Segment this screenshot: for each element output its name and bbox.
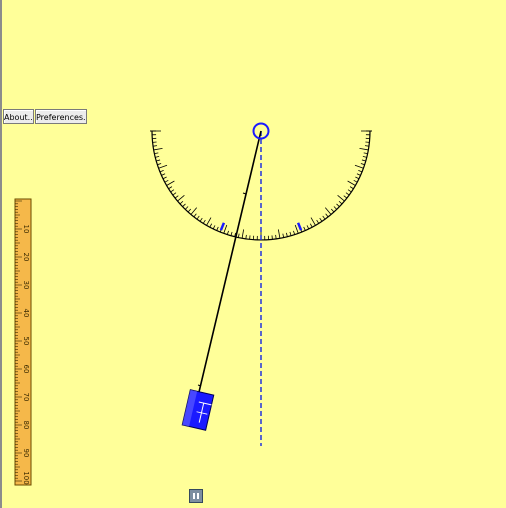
protractor-tick — [237, 233, 240, 238]
ruler-label: 20 — [22, 253, 30, 262]
pause-button[interactable] — [189, 489, 203, 503]
protractor-tick — [245, 234, 247, 239]
protractor-tick — [241, 229, 245, 239]
protractor-tick — [230, 231, 233, 236]
protractor-tick — [177, 194, 185, 202]
protractor-tick — [184, 206, 189, 210]
ruler-label: 70 — [22, 393, 30, 402]
protractor-tick — [156, 159, 161, 162]
protractor-tick — [199, 217, 203, 222]
protractor-tick — [361, 159, 366, 162]
protractor-tick — [155, 156, 160, 158]
protractor-tick — [353, 179, 358, 183]
protractor-tick — [223, 224, 228, 234]
protractor-tick — [161, 173, 166, 176]
simulation-canvas: 10 20 30 40 50 60 70 80 90 100 — [14, 122, 372, 486]
pendulum-bob[interactable] — [181, 389, 215, 431]
protractor-tick — [330, 208, 335, 213]
ruler-label: 50 — [22, 337, 30, 346]
ruler-label: 10 — [22, 225, 30, 234]
protractor-tick — [216, 226, 219, 231]
protractor-tick — [324, 207, 332, 215]
protractor-tick — [168, 186, 173, 190]
protractor-tick — [343, 195, 348, 199]
protractor-tick — [362, 156, 367, 158]
protractor-tick — [187, 208, 192, 213]
protractor-tick — [182, 203, 186, 208]
protractor-tick — [354, 164, 364, 169]
protractor-tick — [333, 206, 338, 210]
amplitude-marker — [296, 222, 303, 231]
protractor-tick — [294, 224, 299, 234]
protractor-tick — [158, 164, 168, 169]
protractor-tick — [289, 231, 292, 236]
protractor-tick — [286, 232, 288, 237]
protractor-tick — [347, 189, 352, 193]
protractor-tick — [293, 230, 296, 235]
protractor-tick — [355, 176, 360, 180]
protractor-tick — [306, 225, 310, 230]
protractor-tick — [347, 180, 356, 186]
protractor-tick — [322, 215, 326, 220]
protractor-tick — [212, 225, 216, 230]
pendulum-string — [198, 130, 262, 393]
protractor-tick — [170, 189, 175, 193]
protractor-tick — [363, 152, 368, 155]
ruler-label: 30 — [22, 281, 30, 290]
protractor-tick — [172, 192, 177, 196]
protractor-tick — [337, 194, 345, 202]
protractor-tick — [325, 213, 329, 218]
protractor-tick — [154, 152, 159, 155]
protractor-tick — [282, 233, 285, 238]
protractor-tick — [196, 215, 200, 220]
protractor-tick — [336, 203, 340, 208]
protractor-tick — [345, 192, 350, 196]
protractor-tick — [193, 213, 197, 218]
pause-icon-bar — [197, 493, 199, 499]
ruler-label: 60 — [22, 365, 30, 374]
ruler-label: 90 — [22, 449, 30, 458]
protractor-tick — [190, 207, 198, 215]
protractor-tick — [153, 145, 158, 147]
protractor-tick — [319, 217, 323, 222]
protractor-tick — [349, 186, 354, 190]
protractor-tick — [309, 223, 313, 228]
protractor-tick — [316, 219, 320, 224]
protractor-tick — [164, 179, 169, 183]
ruler[interactable]: 10 20 30 40 50 60 70 80 90 100 — [14, 198, 32, 486]
protractor-tick — [359, 147, 369, 151]
protractor-tick — [206, 217, 212, 226]
protractor-tick — [226, 230, 229, 235]
ruler-label: 80 — [22, 421, 30, 430]
protractor-tick — [157, 163, 162, 166]
protractor-tick — [166, 180, 175, 186]
protractor-tick — [209, 223, 213, 228]
pause-icon — [193, 493, 195, 499]
protractor-tick — [159, 169, 164, 173]
ruler-label: 100 — [22, 471, 30, 484]
protractor-tick — [364, 145, 369, 147]
protractor-tick — [338, 200, 343, 205]
protractor-tick — [162, 176, 167, 180]
ruler-label: 40 — [22, 309, 30, 318]
protractor-tick — [179, 200, 184, 205]
protractor-tick — [153, 147, 163, 151]
protractor-tick — [358, 169, 363, 173]
protractor-tick — [310, 217, 316, 226]
protractor-tick — [303, 226, 306, 231]
pendulum[interactable] — [181, 122, 270, 431]
protractor-tick — [356, 173, 361, 176]
protractor-tick — [277, 229, 281, 239]
protractor-tick — [275, 234, 277, 239]
protractor-tick — [174, 195, 179, 199]
amplitude-marker — [219, 222, 226, 231]
protractor-tick — [202, 219, 206, 224]
protractor-tick — [360, 163, 365, 166]
